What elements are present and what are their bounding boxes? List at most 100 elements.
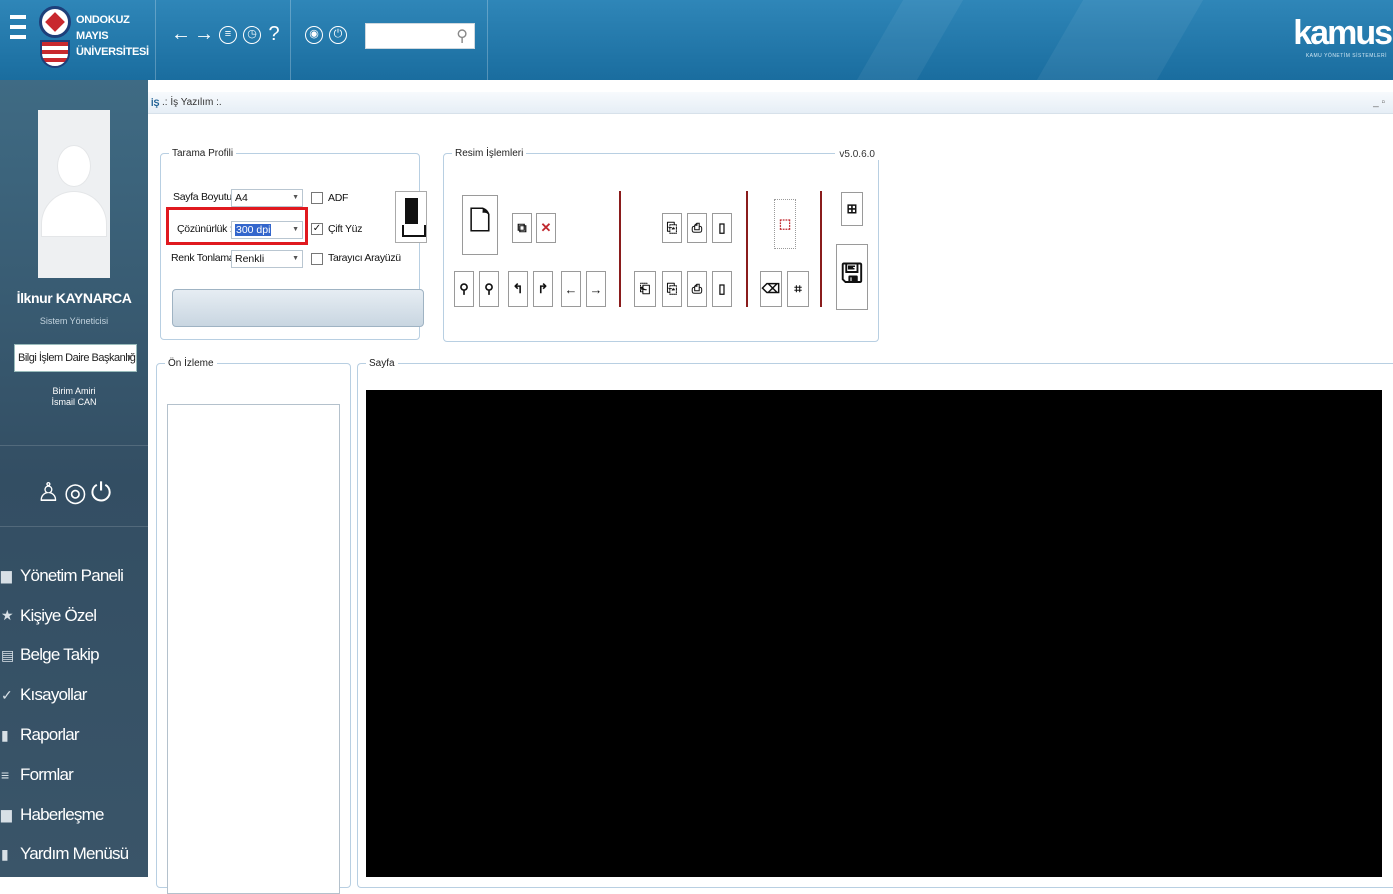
unit-select[interactable]: Bilgi İşlem Daire Başkanlığ ▼ xyxy=(14,344,137,372)
preview-legend: Ön İzleme xyxy=(168,358,214,369)
sidebar-item-kisiye-ozel[interactable]: ★ Kişiye Özel xyxy=(0,596,148,636)
briefcase-icon: ▆ xyxy=(1,567,12,584)
power-icon[interactable]: ⏻ xyxy=(329,26,347,44)
zoom-out-icon[interactable]: ⚲ xyxy=(479,271,499,307)
divider xyxy=(0,526,148,527)
hamburger-menu-icon[interactable] xyxy=(10,15,26,59)
next-arrow-icon[interactable]: → xyxy=(586,271,606,307)
header-divider xyxy=(155,0,156,80)
previous-arrow-icon[interactable]: ← xyxy=(561,271,581,307)
back-arrow-icon[interactable]: ← xyxy=(170,22,192,46)
briefcase-icon: ▆ xyxy=(1,806,12,823)
duplex-checkbox[interactable]: ✓ xyxy=(311,223,323,235)
group-divider xyxy=(619,191,621,307)
erase-icon[interactable]: ⌫ xyxy=(760,271,782,307)
version-label: v5.0.6.0 xyxy=(835,149,879,160)
lines-icon: ≡ xyxy=(1,766,9,783)
sidebar-item-haberlesme[interactable]: ▆ Haberleşme xyxy=(0,795,148,835)
university-logo xyxy=(38,6,72,74)
header-divider xyxy=(487,0,488,80)
bar-chart-icon: ▮ xyxy=(1,726,9,743)
top-header: ONDOKUZ MAYIS ÜNİVERSİTESİ ← → ≡ ◷ ? ◉ ⏻… xyxy=(0,0,1393,80)
globe-icon[interactable]: ◉ xyxy=(305,26,323,44)
image-operations-legend: Resim İşlemleri xyxy=(455,148,524,159)
history-clock-icon[interactable]: ◷ xyxy=(243,26,261,44)
user-role: Sistem Yöneticisi xyxy=(39,316,109,326)
scanner-ui-checkbox[interactable] xyxy=(311,253,323,265)
scanner-ui-label: Tarayıcı Arayüzü xyxy=(328,252,401,264)
forward-arrow-icon[interactable]: → xyxy=(193,22,215,46)
chevron-down-icon: ▼ xyxy=(292,194,299,201)
power-icon[interactable]: ⏻ xyxy=(91,475,112,509)
search-icon[interactable]: ⚲ xyxy=(456,26,468,46)
window-controls[interactable]: _ ▫ xyxy=(1373,92,1385,114)
unit-manager: Birim Amiri İsmail CAN xyxy=(51,386,97,407)
header-decoration xyxy=(856,0,964,80)
check-icon: ✓ xyxy=(1,686,13,703)
select-area-icon[interactable]: ⬚ xyxy=(774,199,796,249)
page-legend: Sayfa xyxy=(369,358,395,369)
sidebar-menu: ▆ Yönetim Paneli ★ Kişiye Özel ▤ Belge Taki… xyxy=(0,556,148,874)
group-divider xyxy=(820,191,822,307)
sidebar-item-yonetim-paneli[interactable]: ▆ Yönetim Paneli xyxy=(0,556,148,596)
window-title: .: İş Yazılım :. xyxy=(162,97,222,108)
chevron-down-icon: ▼ xyxy=(125,353,134,362)
page-right-icon[interactable]: ▯ xyxy=(712,213,732,243)
sidebar-item-yardim-menusu[interactable]: ▮ Yardım Menüsü xyxy=(0,835,148,875)
sidebar-item-raporlar[interactable]: ▮ Raporlar xyxy=(0,715,148,755)
add-page-icon[interactable]: ⊞ xyxy=(841,192,863,226)
stamp-icon[interactable]: ⎗ xyxy=(634,271,656,307)
kamus-logo: kamus xyxy=(1293,14,1393,52)
user-name: İlknur KAYNARCA xyxy=(16,290,132,306)
star-icon: ★ xyxy=(1,607,14,624)
group-divider xyxy=(746,191,748,307)
zoom-in-icon[interactable]: ⚲ xyxy=(454,271,474,307)
image-operations-panel: Resim İşlemleri v5.0.6.0 🗋 ⧉ ✕ ⎘ ⎙ ▯ ⬚ ⊞… xyxy=(443,148,879,342)
page-canvas[interactable] xyxy=(366,390,1382,877)
crop-icon[interactable]: ⌗ xyxy=(787,271,809,307)
sidebar-item-formlar[interactable]: ≡ Formlar xyxy=(0,755,148,795)
adf-checkbox[interactable] xyxy=(311,192,323,204)
globe-icon[interactable]: ◎ xyxy=(64,475,87,509)
sidebar-item-belge-takip[interactable]: ▤ Belge Takip xyxy=(0,636,148,676)
save-icon[interactable]: 🖫 xyxy=(836,244,868,310)
avatar[interactable] xyxy=(38,110,110,278)
delete-page-icon[interactable]: 🗋 xyxy=(462,195,498,255)
scanner-icon[interactable] xyxy=(395,191,427,243)
document-icon: ▤ xyxy=(1,646,14,663)
kamus-logo-subtitle: KAMU YÖNETİM SİSTEMLERİ xyxy=(1305,53,1387,59)
settings-circle-icon[interactable]: ≡ xyxy=(219,26,237,44)
page-center-icon[interactable]: ⎙ xyxy=(687,213,707,243)
page-tool-3-icon[interactable]: ▯ xyxy=(712,271,732,307)
university-name: ONDOKUZ MAYIS ÜNİVERSİTESİ xyxy=(76,14,149,58)
sidebar: İlknur KAYNARCA Sistem Yöneticisi Bilgi … xyxy=(0,80,148,877)
resolution-highlight-box xyxy=(166,207,308,245)
rotate-left-icon[interactable]: ↰ xyxy=(508,271,528,307)
sidebar-item-kisayollar[interactable]: ✓ Kısayollar xyxy=(0,675,148,715)
scan-profile-legend: Tarama Profili xyxy=(172,148,234,159)
user-profile-icon[interactable]: ♙ xyxy=(37,475,60,509)
divider xyxy=(0,445,148,446)
page-tool-2-icon[interactable]: ⎙ xyxy=(687,271,707,307)
rotate-right-icon[interactable]: ↱ xyxy=(533,271,553,307)
copy-page-icon[interactable]: ⧉ xyxy=(512,213,532,243)
scan-button[interactable] xyxy=(172,289,424,327)
adf-label: ADF xyxy=(328,192,349,204)
search-input[interactable]: ⚲ xyxy=(365,23,475,49)
chevron-down-icon: ▼ xyxy=(292,255,299,262)
preview-area[interactable] xyxy=(167,404,340,894)
delete-small-icon[interactable]: ✕ xyxy=(536,213,556,243)
header-decoration xyxy=(1036,0,1204,80)
page-left-icon[interactable]: ⎘ xyxy=(662,213,682,243)
page-tool-1-icon[interactable]: ⎘ xyxy=(662,271,682,307)
sidebar-actions: ♙ ◎ ⏻ xyxy=(0,475,148,509)
color-tone-select[interactable]: Renkli ▼ xyxy=(231,250,303,268)
help-question-icon[interactable]: ? xyxy=(263,22,285,46)
color-tone-label: Renk Tonlama : xyxy=(171,252,240,264)
preview-panel: Ön İzleme xyxy=(156,358,351,894)
page-size-label: Sayfa Boyutu : xyxy=(173,191,238,203)
page-size-select[interactable]: A4 ▼ xyxy=(231,189,303,207)
duplex-label: Çift Yüz xyxy=(328,223,363,235)
app-logo: İŞ xyxy=(151,98,160,108)
window-titlebar: İŞ .: İş Yazılım :. _ ▫ xyxy=(148,92,1393,114)
